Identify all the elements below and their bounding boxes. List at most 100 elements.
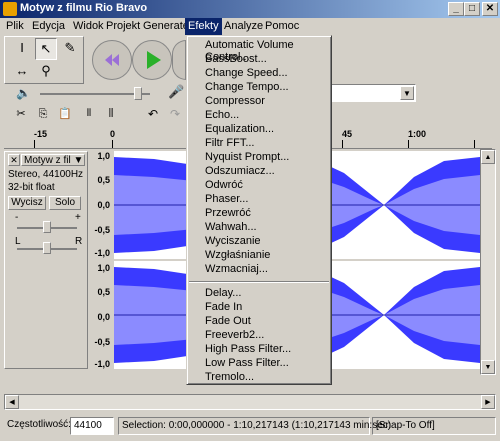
timeshift-tool[interactable]: ↔ xyxy=(11,61,33,83)
rate-label: Częstotliwość: xyxy=(7,419,71,430)
input-source-select[interactable]: ▼ xyxy=(330,84,416,102)
minimize-button[interactable]: _ xyxy=(448,2,464,16)
edit-toolbar: ✂ ⎘ 📋 ⫴ ⫼ ↶ ↷ xyxy=(4,104,186,126)
mixer-toolbar: 🔈 🎤 xyxy=(4,84,184,104)
copy-icon[interactable]: ⎘ xyxy=(32,104,54,126)
title-bar: Motyw z filmu Rio Bravo _ □ ✕ xyxy=(0,0,500,18)
pan-right-label: R xyxy=(75,236,83,247)
pan-thumb[interactable] xyxy=(43,242,51,254)
menu-pomoc[interactable]: Pomoc xyxy=(265,20,299,32)
solo-button[interactable]: Solo xyxy=(49,196,81,210)
effect-item[interactable]: Wyciszanie xyxy=(205,235,261,247)
effect-item[interactable]: Equalization... xyxy=(205,123,274,135)
effect-item[interactable]: Fade In xyxy=(205,301,242,313)
menu-plik[interactable]: Plik xyxy=(6,20,24,32)
rate-input[interactable]: 44100 xyxy=(70,417,114,435)
pan-left-label: L xyxy=(15,236,21,247)
effect-item[interactable]: High Pass Filter... xyxy=(205,343,291,355)
effect-item[interactable]: Tremolo... xyxy=(205,371,254,383)
speaker-icon: 🔈 xyxy=(16,86,31,100)
menu-widok[interactable]: Widok xyxy=(73,20,104,32)
effect-item[interactable]: Odszumiacz... xyxy=(205,165,275,177)
menu-analyze[interactable]: Analyze xyxy=(224,20,263,32)
effect-item[interactable]: Wzmacniaj... xyxy=(205,263,268,275)
menu-edycja[interactable]: Edycja xyxy=(32,20,65,32)
scale-label: 0,0 xyxy=(97,312,110,322)
scale-label: -0,5 xyxy=(94,337,110,347)
envelope-tool[interactable]: ↖ xyxy=(35,38,57,60)
effect-item[interactable]: Phaser... xyxy=(205,193,248,205)
draw-tool[interactable]: ✎ xyxy=(59,38,81,60)
scale-label: -1,0 xyxy=(94,248,110,258)
record-button[interactable] xyxy=(172,40,186,80)
close-button[interactable]: ✕ xyxy=(482,2,498,16)
selection-status: Selection: 0:00,000000 - 1:10,217143 (1:… xyxy=(118,417,391,435)
ruler-label: 1:00 xyxy=(408,129,427,139)
horizontal-scrollbar[interactable]: ◀ ▶ xyxy=(4,394,496,410)
scroll-up-icon[interactable]: ▲ xyxy=(481,150,495,164)
effect-item[interactable]: Change Tempo... xyxy=(205,81,289,93)
gain-thumb[interactable] xyxy=(43,221,51,233)
effect-item[interactable]: Nyquist Prompt... xyxy=(205,151,289,163)
effect-item[interactable]: Compressor xyxy=(205,95,265,107)
close-track-icon[interactable]: ✕ xyxy=(8,154,20,166)
undo-icon[interactable]: ↶ xyxy=(142,104,164,126)
paste-icon[interactable]: 📋 xyxy=(54,104,76,126)
scroll-left-icon[interactable]: ◀ xyxy=(5,395,19,409)
track-name-menu[interactable]: Motyw z fil ▼ xyxy=(21,154,85,166)
gain-plus-label: + xyxy=(75,212,81,223)
mute-button[interactable]: Wycisz xyxy=(8,196,46,210)
effect-item[interactable]: Odwróć xyxy=(205,179,243,191)
ruler-label: 45 xyxy=(342,129,353,139)
zoom-tool[interactable]: ⚲ xyxy=(35,61,57,83)
effect-item[interactable]: Wahwah... xyxy=(205,221,257,233)
scale-label: -1,0 xyxy=(94,359,110,369)
snap-status: [Snap-To Off] xyxy=(372,417,496,435)
gain-minus-label: - xyxy=(15,212,19,223)
redo-icon[interactable]: ↷ xyxy=(164,104,186,126)
trim-icon[interactable]: ⫴ xyxy=(78,104,100,126)
menu-generate[interactable]: Generate xyxy=(143,20,189,32)
effect-item[interactable]: Echo... xyxy=(205,109,239,121)
maximize-button[interactable]: □ xyxy=(464,2,480,16)
scale-label: -0,5 xyxy=(94,225,110,235)
effect-item[interactable]: Filtr FFT... xyxy=(205,137,255,149)
menu-separator xyxy=(189,281,329,283)
silence-icon[interactable]: ⫼ xyxy=(100,104,122,126)
effect-item[interactable]: Change Speed... xyxy=(205,67,288,79)
effect-item[interactable]: Freeverb2... xyxy=(205,329,264,341)
scale-label: 0,5 xyxy=(97,287,110,297)
status-bar: Częstotliwość: 44100 Selection: 0:00,000… xyxy=(0,414,500,438)
effects-menu: Automatic Volume Control... BassBoost...… xyxy=(186,35,332,385)
track-control-panel: ✕ Motyw z fil ▼ Stereo, 44100Hz 32-bit f… xyxy=(4,151,88,369)
output-volume-thumb[interactable] xyxy=(134,87,142,100)
play-button[interactable] xyxy=(132,40,172,80)
effect-item[interactable]: Low Pass Filter... xyxy=(205,357,289,369)
track-format: 32-bit float xyxy=(8,182,55,193)
scale-label: 1,0 xyxy=(97,151,110,161)
effect-item[interactable]: Delay... xyxy=(205,287,241,299)
vertical-scrollbar[interactable]: ▲ ▼ xyxy=(480,149,496,375)
ruler-label: -15 xyxy=(34,129,48,139)
scroll-right-icon[interactable]: ▶ xyxy=(481,395,495,409)
track-name: Motyw z fil xyxy=(24,155,71,166)
effect-item[interactable]: BassBoost... xyxy=(205,53,267,65)
effect-item[interactable]: Fade Out xyxy=(205,315,251,327)
effect-item[interactable]: Wzgłaśnianie xyxy=(205,249,270,261)
menu-efekty[interactable]: Efekty xyxy=(185,18,222,35)
chevron-down-icon[interactable]: ▼ xyxy=(400,86,414,100)
scroll-down-icon[interactable]: ▼ xyxy=(481,360,495,374)
selection-tool[interactable]: I xyxy=(11,38,33,60)
microphone-icon: 🎤 xyxy=(168,84,185,99)
window-title: Motyw z filmu Rio Bravo xyxy=(20,2,148,14)
app-icon xyxy=(3,2,17,16)
scale-label: 0,5 xyxy=(97,175,110,185)
effect-item[interactable]: Przewróć xyxy=(205,207,251,219)
ruler-label: 0 xyxy=(110,129,116,139)
cut-icon[interactable]: ✂ xyxy=(10,104,32,126)
menu-projekt[interactable]: Projekt xyxy=(106,20,140,32)
tools-panel: I ↖ ✎ ↔ ⚲ xyxy=(4,36,84,84)
rewind-button[interactable] xyxy=(92,40,132,80)
scale-label: 0,0 xyxy=(97,200,110,210)
scale-label: 1,0 xyxy=(97,263,110,273)
